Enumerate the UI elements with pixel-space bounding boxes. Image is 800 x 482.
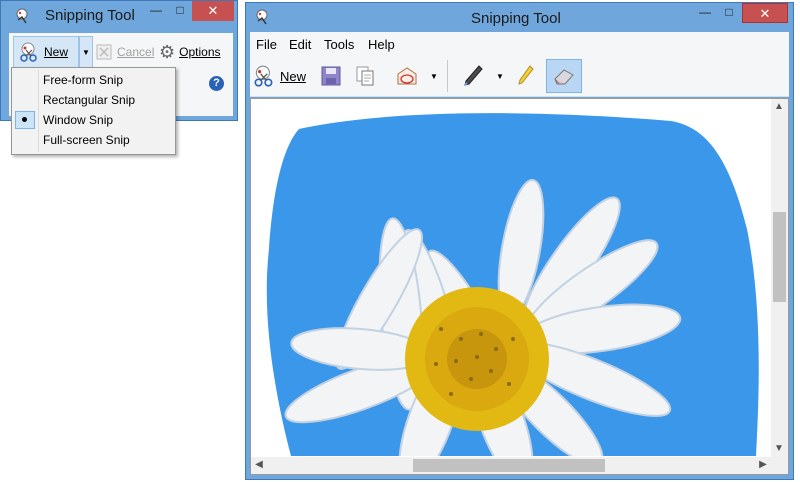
send-snip-dropdown[interactable]: ▼ <box>428 60 440 92</box>
eraser-button[interactable] <box>546 59 582 93</box>
main-new-snip-button[interactable]: New <box>252 60 310 92</box>
new-snip-button[interactable]: New <box>13 36 79 68</box>
menu-bar: File Edit Tools Help <box>250 32 789 56</box>
cancel-button[interactable]: Cancel <box>95 36 157 68</box>
small-close-button[interactable]: ✕ <box>192 1 234 21</box>
gear-icon: ⚙ <box>159 41 176 62</box>
menu-item-rectangular-snip[interactable]: Rectangular Snip <box>13 90 174 110</box>
small-maximize-button[interactable]: □ <box>169 1 191 21</box>
save-button[interactable] <box>316 60 346 92</box>
scissors-icon <box>20 42 37 62</box>
menu-tools[interactable]: Tools <box>324 37 354 52</box>
options-button-label: Options <box>179 45 221 59</box>
small-title-bar[interactable]: Snipping Tool — □ ✕ <box>1 1 237 31</box>
small-window-title: Snipping Tool <box>45 7 135 24</box>
new-button-label: New <box>44 45 69 59</box>
main-window-title: Snipping Tool <box>471 10 561 27</box>
send-snip-icon <box>397 67 417 85</box>
menu-item-window-snip[interactable]: Window Snip <box>13 110 174 130</box>
horizontal-scrollbar[interactable]: ◀ ▶ <box>251 457 771 474</box>
main-minimize-button[interactable]: — <box>692 3 718 23</box>
send-snip-button[interactable] <box>392 60 422 92</box>
options-button[interactable]: ⚙ Options <box>159 36 231 68</box>
main-new-button-label: New <box>280 68 307 84</box>
copy-button[interactable] <box>350 60 380 92</box>
small-minimize-button[interactable]: — <box>143 1 169 21</box>
highlighter-button[interactable] <box>512 60 538 92</box>
menu-file[interactable]: File <box>256 37 277 52</box>
chevron-down-icon: ▼ <box>82 47 90 57</box>
captured-daisy-image <box>266 113 759 456</box>
save-icon <box>321 66 341 86</box>
pen-icon <box>464 65 483 86</box>
main-title-bar[interactable]: Snipping Tool — □ ✕ <box>246 3 793 33</box>
toolbar-divider <box>447 60 448 92</box>
scroll-down-arrow[interactable]: ▼ <box>771 441 787 457</box>
new-dropdown-arrow[interactable]: ▼ <box>79 36 93 68</box>
menu-item-full-screen-snip[interactable]: Full-screen Snip <box>13 130 174 150</box>
pen-button[interactable] <box>460 60 486 92</box>
main-maximize-button[interactable]: □ <box>718 3 740 23</box>
main-snipping-window: Snipping Tool — □ ✕ File Edit Tools Help… <box>245 2 794 480</box>
menu-edit[interactable]: Edit <box>289 37 311 52</box>
main-close-button[interactable]: ✕ <box>742 3 788 23</box>
horizontal-scroll-thumb[interactable] <box>413 459 605 472</box>
vertical-scroll-thumb[interactable] <box>773 212 786 302</box>
menu-help[interactable]: Help <box>368 37 395 52</box>
scissors-icon <box>254 65 273 87</box>
snip-canvas-area: ▲ ▼ ◀ ▶ <box>250 98 789 475</box>
menu-item-free-form-snip[interactable]: Free-form Snip <box>13 70 174 90</box>
highlighter-icon <box>518 65 534 85</box>
scroll-right-arrow[interactable]: ▶ <box>755 457 771 473</box>
chevron-down-icon: ▼ <box>430 71 438 81</box>
help-icon[interactable]: ? <box>209 76 224 91</box>
selected-bullet-icon <box>22 117 27 122</box>
copy-icon <box>356 66 374 86</box>
main-toolbar: New ▼ ▼ <box>250 56 789 97</box>
snipping-tool-app-icon <box>256 9 268 25</box>
pen-dropdown[interactable]: ▼ <box>494 60 506 92</box>
chevron-down-icon: ▼ <box>496 71 504 81</box>
snipping-tool-app-icon <box>16 8 28 24</box>
snip-mode-dropdown-menu: Free-form Snip Rectangular Snip Window S… <box>11 67 176 155</box>
vertical-scrollbar[interactable]: ▲ ▼ <box>771 99 788 457</box>
scroll-up-arrow[interactable]: ▲ <box>771 99 787 115</box>
scroll-left-arrow[interactable]: ◀ <box>251 457 267 473</box>
eraser-icon <box>554 69 574 85</box>
scrollbar-corner <box>771 457 788 474</box>
cancel-icon <box>96 44 112 60</box>
cancel-button-label: Cancel <box>117 45 155 59</box>
